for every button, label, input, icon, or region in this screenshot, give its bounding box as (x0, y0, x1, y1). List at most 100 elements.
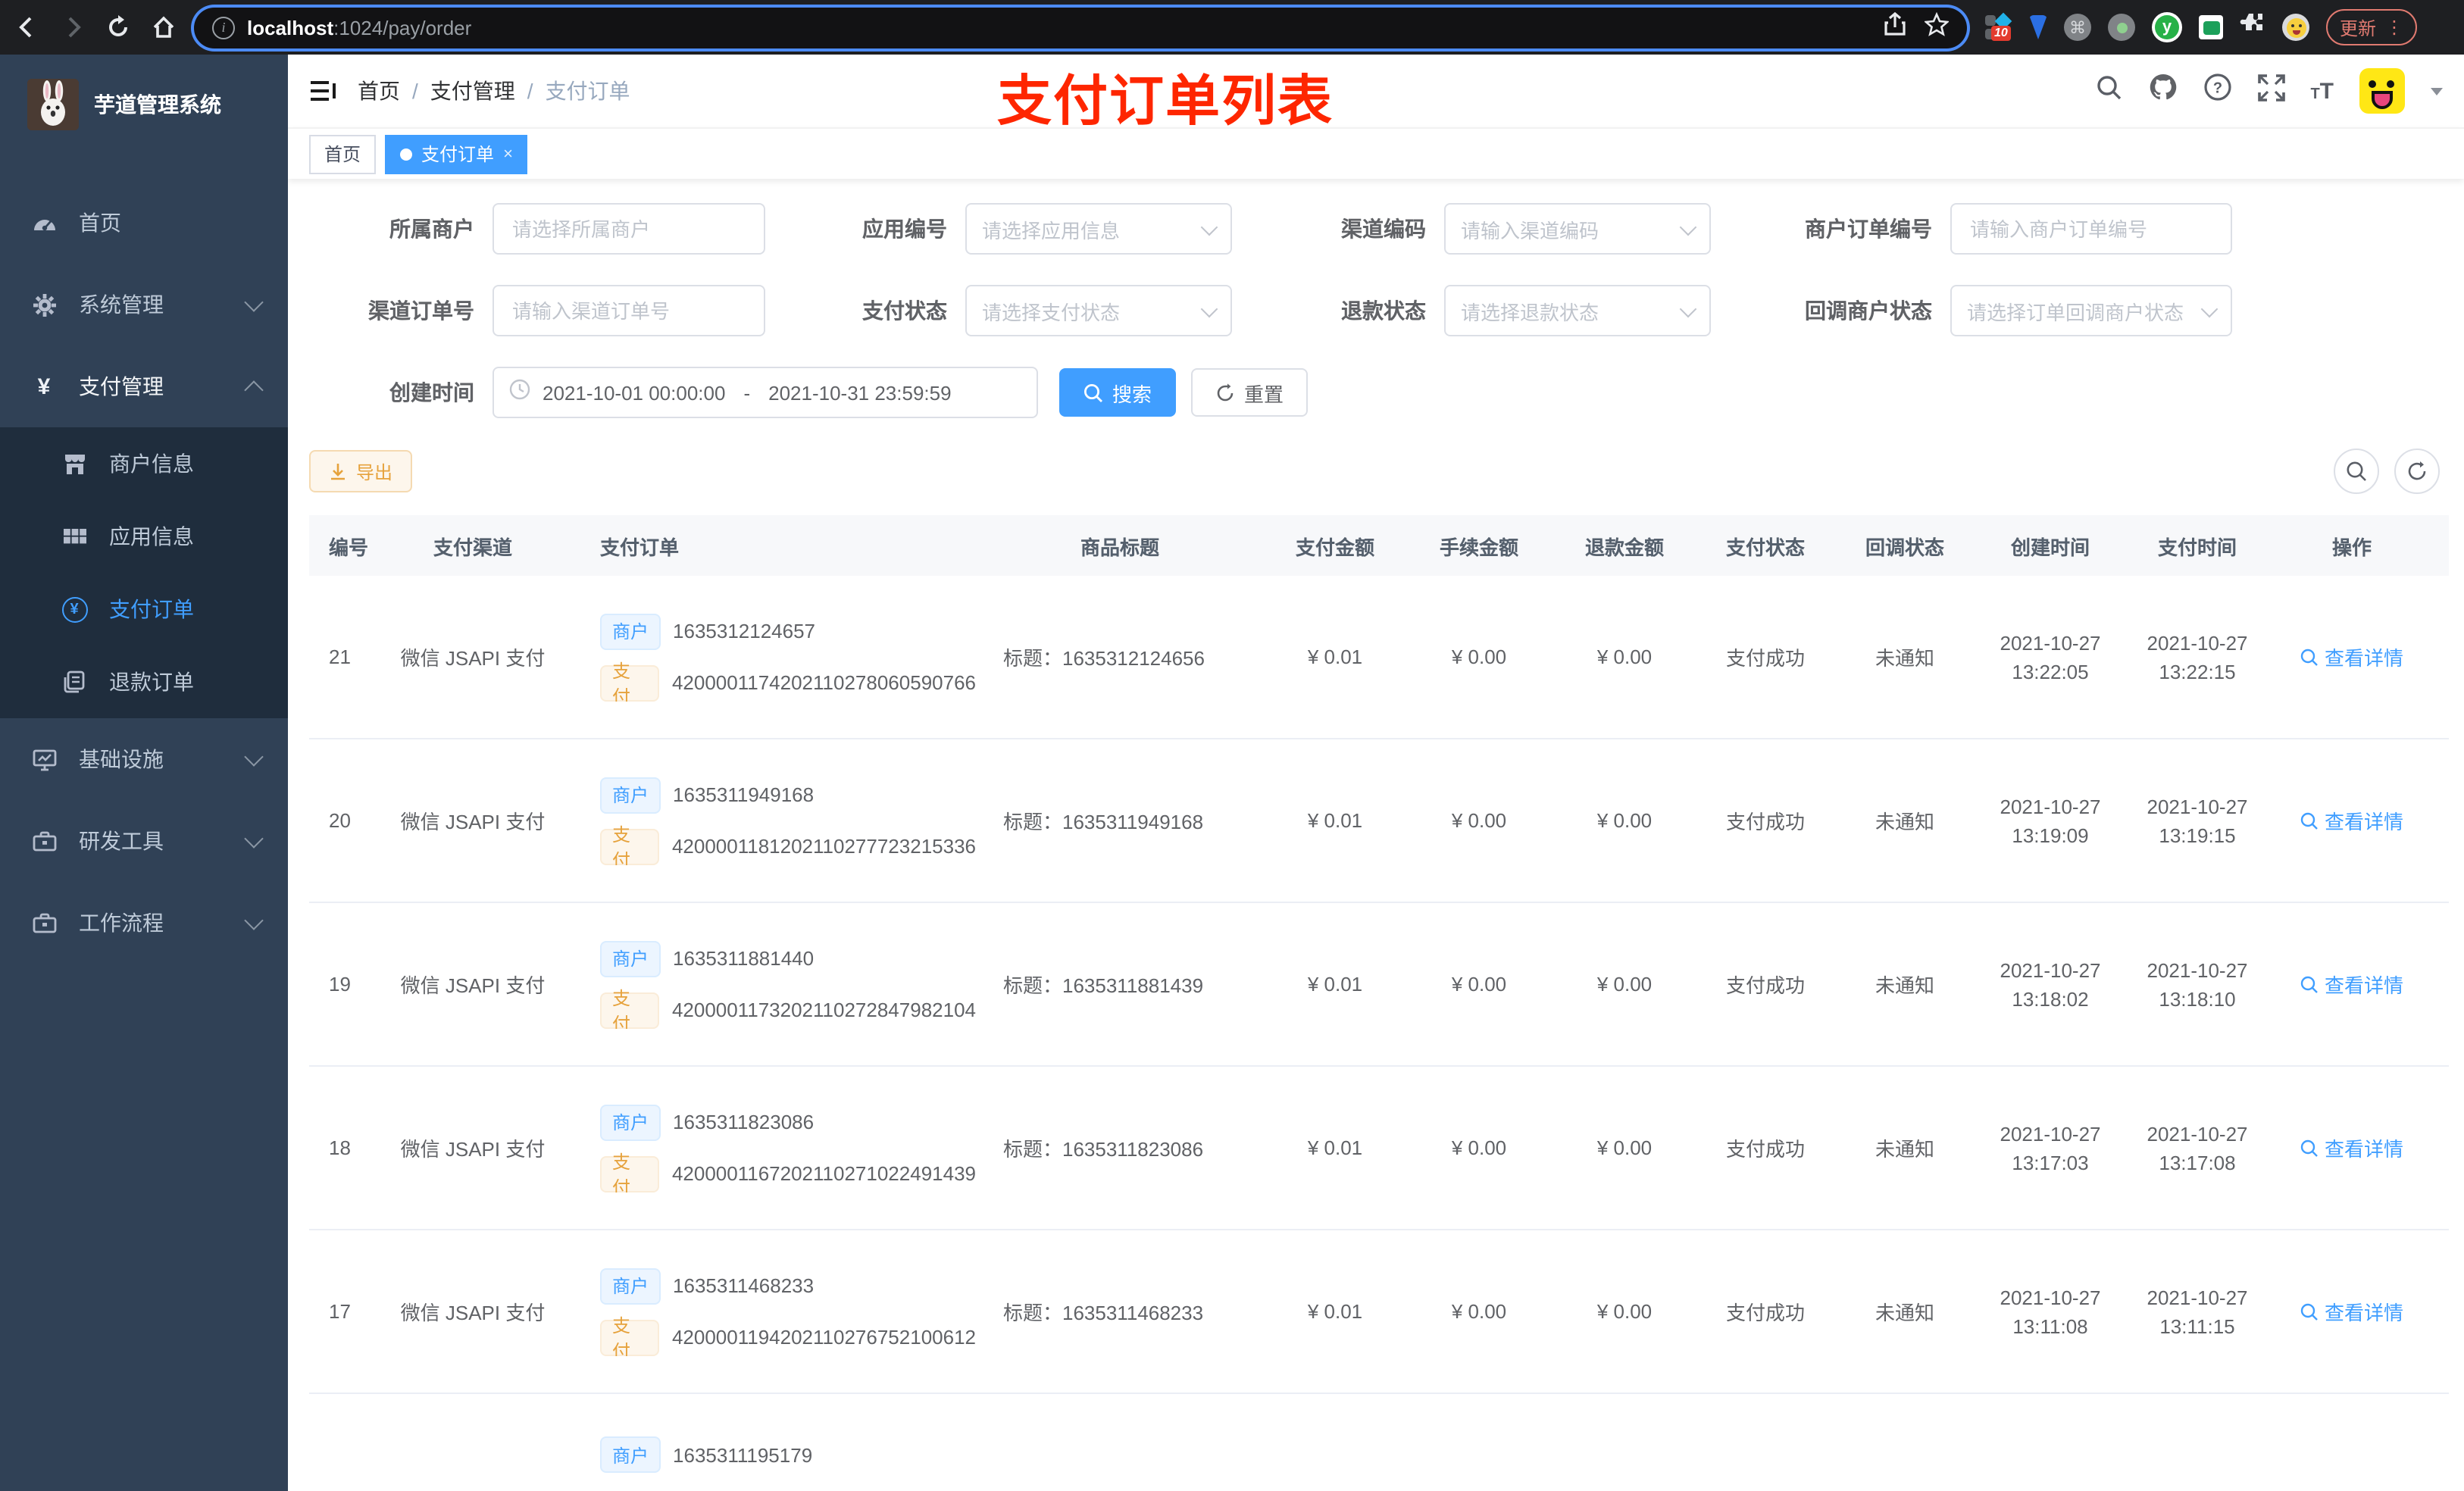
yen-circle-icon: ¥ (61, 596, 88, 622)
merchant-input[interactable] (509, 216, 749, 242)
avatar-caret-icon[interactable] (2431, 87, 2443, 95)
sidebar-item-app-info[interactable]: 应用信息 (0, 500, 288, 573)
date-end-value[interactable]: 2021-10-31 23:59:59 (768, 381, 951, 404)
grid-icon (61, 524, 88, 549)
pay-tag: 支付 (600, 824, 660, 864)
forward-icon[interactable] (61, 15, 85, 39)
sidebar-item-infra[interactable]: 基础设施 (0, 718, 288, 800)
extension-chat-icon[interactable] (2199, 15, 2223, 39)
notify-status-select[interactable]: 请选择订单回调商户状态 (1950, 285, 2232, 336)
merchant-tag: 商户 (600, 777, 661, 813)
view-detail-link[interactable]: 查看详情 (2300, 1133, 2403, 1162)
app-select[interactable]: 请选择应用信息 (965, 203, 1232, 255)
annotation-title: 支付订单列表 (997, 70, 1334, 132)
sidebar-item-system[interactable]: 系统管理 (0, 264, 288, 345)
profile-avatar-icon[interactable] (2282, 14, 2309, 41)
merchant-order-no-input[interactable] (1967, 216, 2215, 242)
pay-status-select[interactable]: 请选择支付状态 (965, 285, 1232, 336)
extensions-puzzle-icon[interactable] (2240, 11, 2265, 44)
home-icon[interactable] (152, 15, 176, 39)
extension-badge-icon[interactable]: 10 (1985, 12, 2012, 41)
sidebar-item-pay[interactable]: ¥ 支付管理 (0, 345, 288, 427)
github-icon[interactable] (2148, 73, 2177, 109)
table-row: 21 微信 JSAPI 支付 商户 1635312124657 支付 4200001… (309, 576, 2449, 739)
sidebar-item-refund-order[interactable]: 退款订单 (0, 645, 288, 718)
channel-order-no-input[interactable] (509, 298, 749, 324)
fullscreen-icon[interactable] (2257, 73, 2285, 108)
channel-code-select[interactable]: 请输入渠道编码 (1444, 203, 1711, 255)
sidebar-item-merchant-info[interactable]: 商户信息 (0, 427, 288, 500)
table-row-partial: 商户 1635311195179 (309, 1394, 2449, 1485)
merchant-select[interactable] (492, 203, 765, 255)
tag-close-icon[interactable]: × (503, 145, 513, 163)
filter-label-app: 应用编号 (862, 217, 947, 241)
view-detail-link[interactable]: 查看详情 (2300, 970, 2403, 999)
breadcrumb-pay[interactable]: 支付管理 (430, 76, 515, 106)
search-button[interactable]: 搜索 (1059, 368, 1177, 417)
site-info-icon[interactable]: i (212, 16, 235, 39)
filter-label-notify-status: 回调商户状态 (1805, 299, 1932, 323)
merchant-tag: 商户 (600, 1436, 661, 1473)
view-detail-link[interactable]: 查看详情 (2300, 642, 2403, 671)
pay-tag: 支付 (600, 987, 660, 1028)
table-row: 20 微信 JSAPI 支付 商户 1635311949168 支付 4200001… (309, 739, 2449, 903)
extension-dot-icon[interactable] (2108, 14, 2135, 41)
create-time-range-picker[interactable]: 2021-10-01 00:00:00 - 2021-10-31 23:59:5… (492, 367, 1038, 418)
export-button[interactable]: 导出 (309, 450, 413, 492)
page-content: 所属商户 应用编号 请选择应用信息 渠道编码 请输入渠道编码 商户订单编号 (288, 179, 2464, 1485)
merchant-tag: 商户 (600, 1104, 661, 1140)
sidebar-item-devtools[interactable]: 研发工具 (0, 800, 288, 882)
search-icon[interactable] (2095, 73, 2122, 108)
merchant-tag: 商户 (600, 613, 661, 649)
refund-status-select[interactable]: 请选择退款状态 (1444, 285, 1711, 336)
app-title: 芋道管理系统 (94, 92, 221, 117)
update-button[interactable]: 更新 ⋮ (2326, 9, 2418, 45)
sidebar: 芋道管理系统 首页 系统管理 ¥ 支付管理 商户信息 应用信息 ¥ 支付订单 退… (0, 55, 288, 1491)
tag-home[interactable]: 首页 (309, 134, 377, 173)
pay-order-table: 编号 支付渠道 支付订单 商品标题 支付金额 手续金额 退款金额 支付状态 回调… (309, 515, 2449, 1485)
select-arrow-icon (1200, 299, 1218, 317)
clock-icon (509, 378, 530, 407)
gear-icon (30, 292, 58, 317)
view-detail-link[interactable]: 查看详情 (2300, 1297, 2403, 1326)
extension-y-icon[interactable]: y (2152, 12, 2182, 42)
reload-icon[interactable] (106, 15, 130, 39)
date-start-value[interactable]: 2021-10-01 00:00:00 (543, 381, 725, 404)
breadcrumb-home[interactable]: 首页 (358, 76, 400, 106)
channel-order-no-field[interactable] (492, 285, 765, 336)
user-avatar[interactable] (2359, 68, 2405, 114)
pay-submenu: 商户信息 应用信息 ¥ 支付订单 退款订单 (0, 427, 288, 718)
merchant-order-no-field[interactable] (1950, 203, 2232, 255)
address-bar[interactable]: i localhost:1024/pay/order (194, 7, 1967, 48)
filter-label-pay-status: 支付状态 (862, 299, 947, 323)
collapse-menu-icon[interactable] (309, 79, 336, 103)
bookmark-star-icon[interactable] (1923, 11, 1950, 43)
select-arrow-icon (1200, 217, 1218, 236)
extension-kite-icon[interactable] (2029, 15, 2047, 39)
breadcrumb: 首页 / 支付管理 / 支付订单 (358, 76, 630, 106)
sidebar-item-home[interactable]: 首页 (0, 182, 288, 264)
sidebar-item-workflow[interactable]: 工作流程 (0, 882, 288, 964)
svg-text:?: ? (2212, 80, 2222, 96)
table-header: 编号 支付渠道 支付订单 商品标题 支付金额 手续金额 退款金额 支付状态 回调… (309, 515, 2449, 576)
show-search-toggle-button[interactable] (2334, 449, 2379, 494)
share-icon[interactable] (1884, 11, 1906, 43)
extension-cmd-icon[interactable]: ⌘ (2064, 14, 2091, 41)
table-row: 19 微信 JSAPI 支付 商户 1635311881440 支付 4200001… (309, 903, 2449, 1067)
refresh-table-button[interactable] (2394, 449, 2440, 494)
monitor-icon (30, 746, 58, 772)
sidebar-item-pay-order[interactable]: ¥ 支付订单 (0, 573, 288, 645)
filter-label-merchant-order-no: 商户订单编号 (1805, 217, 1932, 241)
view-detail-link[interactable]: 查看详情 (2300, 806, 2403, 835)
chevron-down-icon (244, 292, 264, 311)
help-icon[interactable]: ? (2203, 73, 2231, 109)
reset-button[interactable]: 重置 (1191, 368, 1309, 417)
tag-pay-order[interactable]: 支付订单 × (385, 134, 528, 173)
font-size-icon[interactable]: TT (2310, 78, 2334, 104)
merchant-tag: 商户 (600, 940, 661, 977)
back-icon[interactable] (15, 15, 39, 39)
browser-menu-icon[interactable]: ⋮ (2385, 17, 2403, 38)
select-arrow-icon (1679, 217, 1697, 236)
store-icon (61, 451, 88, 477)
pay-tag: 支付 (600, 1314, 660, 1355)
